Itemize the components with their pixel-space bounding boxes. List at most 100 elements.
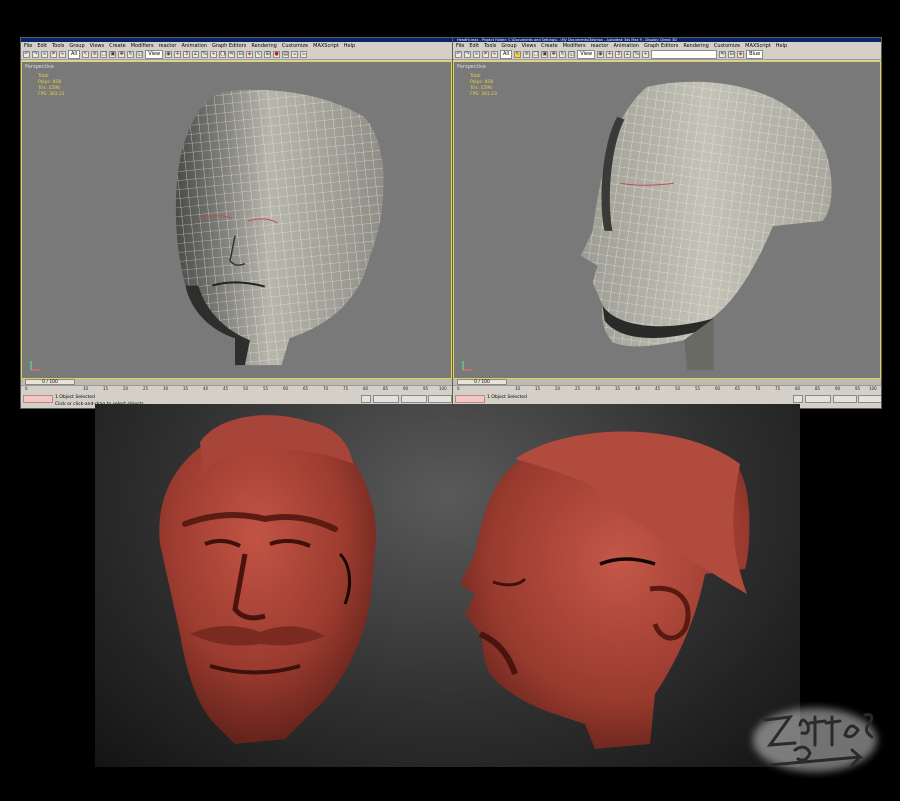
layer-manager-icon[interactable]: ◈ <box>246 50 254 58</box>
manipulate-icon[interactable]: ✛ <box>174 50 182 58</box>
schematic-icon[interactable]: ⊞ <box>264 50 272 58</box>
menu-item[interactable]: Customize <box>282 43 308 49</box>
track-tick: 15 <box>103 386 109 391</box>
angle-snap-icon[interactable]: ∠ <box>624 50 632 58</box>
select-region-icon[interactable]: □ <box>100 50 108 58</box>
menu-item[interactable]: Modifiers <box>131 43 154 49</box>
maxscript-listener[interactable] <box>455 395 485 403</box>
menu-item[interactable]: Rendering <box>683 43 709 49</box>
select-by-name-icon[interactable]: ≡ <box>523 50 531 58</box>
y-coordinate-field[interactable] <box>833 395 857 403</box>
z-coordinate-field[interactable] <box>428 395 452 403</box>
redo-icon[interactable]: ↷ <box>32 50 39 58</box>
bind-icon[interactable]: ≈ <box>491 50 498 58</box>
spinner-snap-icon[interactable]: ÷ <box>642 50 650 58</box>
percent-snap-icon[interactable]: % <box>201 50 209 58</box>
menu-item[interactable]: Group <box>501 43 516 49</box>
pivot-icon[interactable]: ◉ <box>165 50 173 58</box>
lock-selection-icon[interactable] <box>361 395 371 403</box>
scale-icon[interactable]: ◱ <box>568 50 576 58</box>
snap-icon[interactable]: 3 <box>615 50 623 58</box>
mirror-icon[interactable]: ⇋ <box>719 50 727 58</box>
window-crossing-icon[interactable]: ▣ <box>541 50 549 58</box>
menu-item[interactable]: Group <box>69 43 84 49</box>
viewport-perspective-side[interactable]: Perspective Total Polys: 858 Tris: 1596 … <box>453 61 881 379</box>
named-selection-field[interactable] <box>651 49 718 59</box>
unlink-icon[interactable]: ≠ <box>50 50 57 58</box>
manipulate-icon[interactable]: ✛ <box>606 50 614 58</box>
menu-item[interactable]: Animation <box>181 43 207 49</box>
angle-snap-icon[interactable]: ∠ <box>192 50 200 58</box>
menu-item[interactable]: File <box>456 43 464 49</box>
percent-snap-icon[interactable]: % <box>633 50 641 58</box>
named-selection-icon[interactable]: {} <box>219 50 227 58</box>
menu-item[interactable]: Edit <box>469 43 479 49</box>
menu-item[interactable]: Graph Editors <box>644 43 678 49</box>
menu-item[interactable]: Rendering <box>251 43 277 49</box>
track-tick: 80 <box>363 386 369 391</box>
material-editor-icon[interactable]: ● <box>273 50 281 58</box>
wireframe-head-side[interactable] <box>454 62 880 378</box>
mirror-icon[interactable]: ⇋ <box>228 50 236 58</box>
menu-item[interactable]: Tools <box>484 43 496 49</box>
menu-item[interactable]: Create <box>541 43 558 49</box>
x-coordinate-field[interactable] <box>373 395 399 403</box>
coord-system-dropdown[interactable]: View <box>145 49 164 59</box>
menu-item[interactable]: Edit <box>37 43 47 49</box>
menu-item[interactable]: Views <box>90 43 104 49</box>
bind-icon[interactable]: ≈ <box>59 50 66 58</box>
wireframe-head-front[interactable] <box>22 62 451 378</box>
menu-item[interactable]: Tools <box>52 43 64 49</box>
menu-item[interactable]: Create <box>109 43 126 49</box>
z-coordinate-field[interactable] <box>858 395 881 403</box>
selection-filter-dropdown[interactable]: All <box>68 49 81 59</box>
select-by-name-icon[interactable]: ≡ <box>91 50 99 58</box>
unlink-icon[interactable]: ≠ <box>482 50 489 58</box>
rotate-icon[interactable]: ↻ <box>559 50 567 58</box>
layer-manager-icon[interactable]: ◈ <box>737 50 745 58</box>
pivot-icon[interactable]: ◉ <box>597 50 605 58</box>
undo-icon[interactable]: ↶ <box>23 50 30 58</box>
menu-item[interactable]: reactor <box>591 43 609 49</box>
coord-system-dropdown[interactable]: View <box>577 49 596 59</box>
x-coordinate-field[interactable] <box>805 395 831 403</box>
maxscript-listener[interactable] <box>23 395 53 403</box>
menu-item[interactable]: MAXScript <box>745 43 771 49</box>
window-crossing-icon[interactable]: ▣ <box>109 50 117 58</box>
y-coordinate-field[interactable] <box>401 395 427 403</box>
snap-icon[interactable]: 3 <box>183 50 191 58</box>
move-icon[interactable]: ✥ <box>118 50 126 58</box>
menu-item[interactable]: Help <box>344 43 355 49</box>
menu-item[interactable]: Customize <box>714 43 740 49</box>
spinner-snap-icon[interactable]: ÷ <box>210 50 218 58</box>
move-icon[interactable]: ✥ <box>550 50 558 58</box>
select-icon[interactable]: ↖ <box>82 50 90 58</box>
rotate-icon[interactable]: ↻ <box>127 50 135 58</box>
menu-item[interactable]: Help <box>776 43 787 49</box>
menu-item[interactable]: Modifiers <box>563 43 586 49</box>
link-icon[interactable]: ∞ <box>41 50 48 58</box>
lock-selection-icon[interactable] <box>793 395 803 403</box>
quick-render-icon[interactable]: ☕ <box>300 50 308 58</box>
selection-filter-dropdown[interactable]: All <box>500 49 513 59</box>
menu-item[interactable]: MAXScript <box>313 43 339 49</box>
curve-editor-icon[interactable]: ∿ <box>255 50 263 58</box>
select-icon[interactable]: ↖ <box>514 50 522 58</box>
scale-icon[interactable]: ◱ <box>136 50 144 58</box>
render-setup-icon[interactable]: ▤ <box>282 50 290 58</box>
select-region-icon[interactable]: □ <box>532 50 540 58</box>
undo-icon[interactable]: ↶ <box>455 50 462 58</box>
menu-item[interactable]: reactor <box>159 43 177 49</box>
viewport-perspective-front[interactable]: Perspective Total Polys: 858 Tris: 1596 … <box>21 61 452 379</box>
menu-item[interactable]: Animation <box>613 43 639 49</box>
menu-item[interactable]: File <box>24 43 32 49</box>
named-selection-dropdown[interactable]: Blue <box>746 49 764 59</box>
menu-item[interactable]: Views <box>522 43 536 49</box>
align-icon[interactable]: ⊟ <box>237 50 245 58</box>
axis-gizmo-icon <box>30 361 40 371</box>
render-icon[interactable]: ☕ <box>291 50 299 58</box>
link-icon[interactable]: ∞ <box>473 50 480 58</box>
redo-icon[interactable]: ↷ <box>464 50 471 58</box>
align-icon[interactable]: ⊟ <box>728 50 736 58</box>
menu-item[interactable]: Graph Editors <box>212 43 246 49</box>
